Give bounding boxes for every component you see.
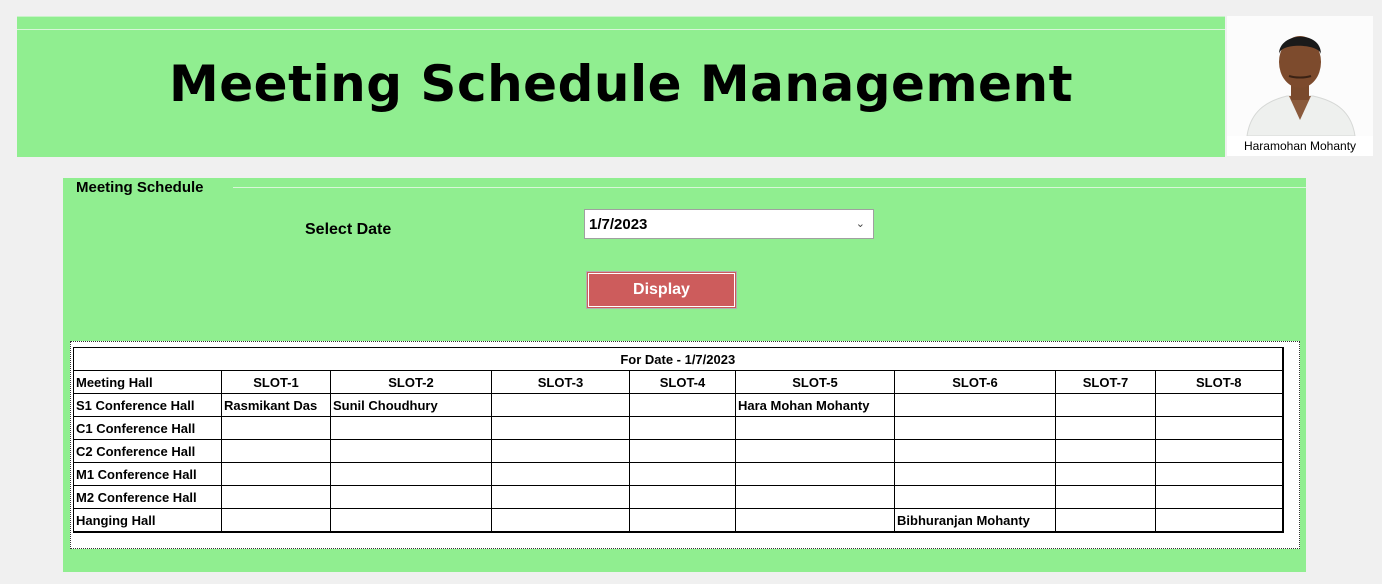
slot-cell[interactable]: [330, 416, 492, 440]
column-header-slot[interactable]: SLOT-3: [491, 370, 630, 394]
panel-title: Meeting Schedule: [76, 179, 204, 196]
slot-cell[interactable]: [491, 393, 630, 417]
user-photo: [1227, 16, 1373, 136]
slot-cell[interactable]: [735, 416, 895, 440]
hall-name-cell[interactable]: S1 Conference Hall: [73, 393, 222, 417]
slot-cell[interactable]: [1055, 462, 1156, 486]
column-header-hall[interactable]: Meeting Hall: [73, 370, 222, 394]
slot-cell[interactable]: [221, 439, 331, 463]
slot-cell[interactable]: Hara Mohan Mohanty: [735, 393, 895, 417]
slot-cell[interactable]: [1154, 462, 1284, 486]
panel-divider: [233, 187, 1306, 188]
slot-cell[interactable]: [629, 462, 736, 486]
slot-cell[interactable]: [491, 508, 630, 533]
hall-name-cell[interactable]: C2 Conference Hall: [73, 439, 222, 463]
schedule-grid[interactable]: For Date - 1/7/2023 Meeting Hall SLOT-1 S…: [70, 341, 1300, 549]
app-header: Meeting Schedule Management: [17, 16, 1225, 157]
column-header-slot[interactable]: SLOT-1: [221, 370, 331, 394]
slot-cell[interactable]: [629, 439, 736, 463]
hall-name-cell[interactable]: M1 Conference Hall: [73, 462, 222, 486]
date-select[interactable]: 1/7/2023 ⌄: [584, 209, 874, 239]
slot-cell[interactable]: [491, 439, 630, 463]
slot-cell[interactable]: Rasmikant Das: [221, 393, 331, 417]
slot-cell[interactable]: [1055, 485, 1156, 509]
slot-cell[interactable]: [629, 416, 736, 440]
slot-cell[interactable]: [894, 416, 1056, 440]
avatar: [1227, 16, 1373, 136]
slot-cell[interactable]: [894, 393, 1056, 417]
slot-cell[interactable]: [1055, 508, 1156, 533]
header-divider: [17, 29, 1225, 30]
slot-cell[interactable]: [491, 462, 630, 486]
column-header-slot[interactable]: SLOT-5: [735, 370, 895, 394]
hall-name-cell[interactable]: M2 Conference Hall: [73, 485, 222, 509]
slot-cell[interactable]: [1154, 485, 1284, 509]
slot-cell[interactable]: [1154, 416, 1284, 440]
column-header-slot[interactable]: SLOT-7: [1055, 370, 1156, 394]
slot-cell[interactable]: [1055, 439, 1156, 463]
slot-cell[interactable]: [735, 439, 895, 463]
slot-cell[interactable]: [629, 393, 736, 417]
slot-cell[interactable]: [735, 485, 895, 509]
column-header-slot[interactable]: SLOT-4: [629, 370, 736, 394]
table-row[interactable]: M1 Conference Hall: [73, 462, 1284, 486]
table-row[interactable]: M2 Conference Hall: [73, 485, 1284, 509]
date-select-value: 1/7/2023: [589, 216, 648, 233]
slot-cell[interactable]: [221, 508, 331, 533]
select-date-label: Select Date: [305, 221, 392, 238]
slot-cell[interactable]: [221, 416, 331, 440]
slot-cell[interactable]: [221, 462, 331, 486]
column-header-slot[interactable]: SLOT-6: [894, 370, 1056, 394]
slot-cell[interactable]: [330, 439, 492, 463]
slot-cell[interactable]: [1055, 416, 1156, 440]
slot-cell[interactable]: [1154, 393, 1284, 417]
slot-cell[interactable]: [629, 508, 736, 533]
schedule-table: For Date - 1/7/2023 Meeting Hall SLOT-1 S…: [72, 347, 1284, 533]
hall-name-cell[interactable]: C1 Conference Hall: [73, 416, 222, 440]
chevron-down-icon[interactable]: ⌄: [856, 217, 865, 230]
slot-cell[interactable]: [221, 485, 331, 509]
slot-cell[interactable]: [735, 508, 895, 533]
slot-cell[interactable]: [894, 439, 1056, 463]
slot-cell[interactable]: Bibhuranjan Mohanty: [894, 508, 1056, 533]
slot-cell[interactable]: [330, 508, 492, 533]
slot-cell[interactable]: [491, 485, 630, 509]
slot-cell[interactable]: [1154, 508, 1284, 533]
slot-cell[interactable]: [330, 485, 492, 509]
table-row[interactable]: C1 Conference Hall: [73, 416, 1284, 440]
display-button[interactable]: Display: [586, 271, 737, 309]
user-name: Haramohan Mohanty: [1243, 139, 1357, 153]
slot-cell[interactable]: [629, 485, 736, 509]
slot-cell[interactable]: [894, 462, 1056, 486]
table-row[interactable]: C2 Conference Hall: [73, 439, 1284, 463]
user-profile: Haramohan Mohanty: [1227, 16, 1373, 156]
app-title: Meeting Schedule Management: [169, 55, 1073, 113]
slot-cell[interactable]: [491, 416, 630, 440]
table-row[interactable]: Hanging Hall Bibhuranjan Mohanty: [73, 508, 1284, 533]
table-caption: For Date - 1/7/2023: [72, 347, 1284, 371]
slot-cell[interactable]: Sunil Choudhury: [330, 393, 492, 417]
slot-cell[interactable]: [1055, 393, 1156, 417]
column-header-slot[interactable]: SLOT-2: [330, 370, 492, 394]
hall-name-cell[interactable]: Hanging Hall: [73, 508, 222, 533]
slot-cell[interactable]: [894, 485, 1056, 509]
column-header-slot[interactable]: SLOT-8: [1154, 370, 1284, 394]
table-row[interactable]: S1 Conference Hall Rasmikant Das Sunil Cho…: [73, 393, 1284, 417]
slot-cell[interactable]: [330, 462, 492, 486]
slot-cell[interactable]: [1154, 439, 1284, 463]
slot-cell[interactable]: [735, 462, 895, 486]
meeting-schedule-panel: Meeting Schedule Select Date 1/7/2023 ⌄ …: [63, 178, 1306, 572]
